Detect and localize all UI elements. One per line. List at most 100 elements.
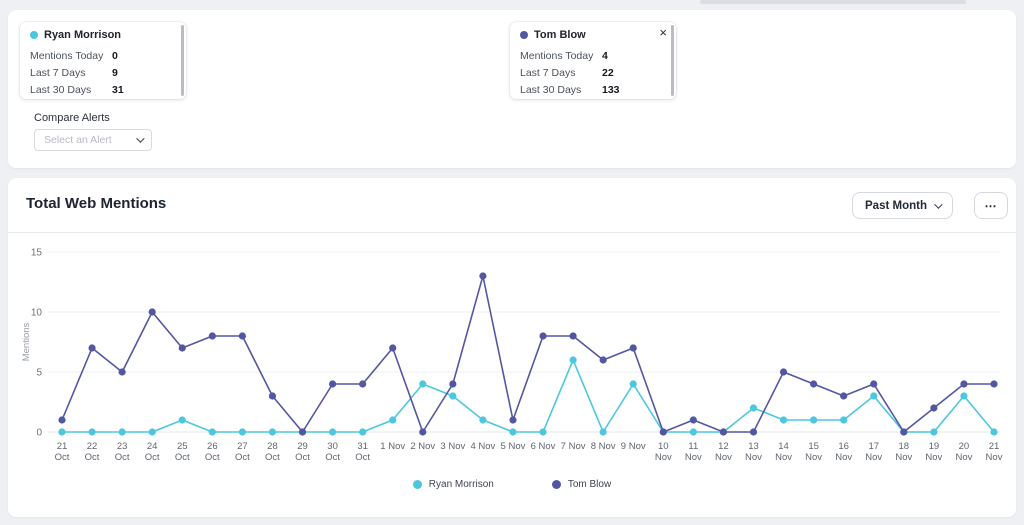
x-tick-label: 27Oct — [235, 441, 250, 463]
data-point[interactable] — [569, 356, 576, 363]
data-point[interactable] — [990, 380, 997, 387]
horizontal-scrollbar[interactable] — [700, 0, 966, 4]
data-point[interactable] — [58, 428, 65, 435]
line-chart-svg[interactable]: 051015Mentions21Oct22Oct23Oct24Oct25Oct2… — [20, 240, 1004, 472]
alert-stats: Mentions Today 0 Last 7 Days 9 Last 30 D… — [30, 50, 176, 96]
data-point[interactable] — [359, 380, 366, 387]
alert-card-header: Ryan Morrison — [30, 29, 176, 41]
data-point[interactable] — [690, 416, 697, 423]
legend-item[interactable]: Tom Blow — [552, 479, 611, 490]
data-point[interactable] — [449, 392, 456, 399]
data-point[interactable] — [870, 392, 877, 399]
data-point[interactable] — [780, 416, 787, 423]
data-point[interactable] — [870, 380, 877, 387]
data-point[interactable] — [119, 368, 126, 375]
compare-alerts-select[interactable]: Select an Alert — [34, 129, 152, 151]
more-options-button[interactable]: ⋯ — [974, 192, 1008, 219]
stat-row: Mentions Today 4 — [520, 50, 666, 62]
data-point[interactable] — [720, 428, 727, 435]
data-point[interactable] — [930, 404, 937, 411]
x-tick-label: 5 Nov — [501, 441, 526, 452]
data-point[interactable] — [239, 332, 246, 339]
data-point[interactable] — [269, 428, 276, 435]
data-point[interactable] — [419, 428, 426, 435]
data-point[interactable] — [329, 380, 336, 387]
alert-card-header: Tom Blow — [520, 29, 666, 41]
data-point[interactable] — [900, 428, 907, 435]
data-point[interactable] — [630, 380, 637, 387]
total-web-mentions-card: Total Web Mentions Past Month ⋯ 051015Me… — [8, 178, 1016, 517]
data-point[interactable] — [389, 416, 396, 423]
data-point[interactable] — [299, 428, 306, 435]
chevron-down-icon — [136, 134, 144, 142]
data-point[interactable] — [479, 272, 486, 279]
data-point[interactable] — [539, 428, 546, 435]
x-tick-label: 10Nov — [655, 441, 672, 463]
data-point[interactable] — [509, 416, 516, 423]
vertical-scrollbar[interactable] — [671, 25, 674, 96]
data-point[interactable] — [58, 416, 65, 423]
data-point[interactable] — [359, 428, 366, 435]
x-tick-label: 4 Nov — [470, 441, 495, 452]
x-tick-label: 26Oct — [205, 441, 220, 463]
x-tick-label: 29Oct — [295, 441, 310, 463]
series-color-dot — [520, 31, 528, 39]
x-tick-label: 31Oct — [355, 441, 370, 463]
data-point[interactable] — [600, 428, 607, 435]
data-point[interactable] — [539, 332, 546, 339]
legend-label: Ryan Morrison — [429, 479, 494, 490]
data-point[interactable] — [239, 428, 246, 435]
x-tick-label: 23Oct — [115, 441, 130, 463]
data-point[interactable] — [179, 344, 186, 351]
data-point[interactable] — [569, 332, 576, 339]
mentions-chart[interactable]: 051015Mentions21Oct22Oct23Oct24Oct25Oct2… — [20, 240, 1004, 472]
data-point[interactable] — [750, 404, 757, 411]
data-point[interactable] — [449, 380, 456, 387]
data-point[interactable] — [149, 428, 156, 435]
data-point[interactable] — [630, 344, 637, 351]
data-point[interactable] — [179, 416, 186, 423]
legend-item[interactable]: Ryan Morrison — [413, 479, 494, 490]
data-point[interactable] — [329, 428, 336, 435]
stat-value: 31 — [112, 84, 124, 96]
data-point[interactable] — [840, 392, 847, 399]
x-tick-label: 18Nov — [895, 441, 912, 463]
data-point[interactable] — [810, 380, 817, 387]
data-point[interactable] — [660, 428, 667, 435]
stat-label: Last 7 Days — [520, 67, 602, 79]
data-point[interactable] — [930, 428, 937, 435]
vertical-scrollbar[interactable] — [181, 25, 184, 96]
data-point[interactable] — [479, 416, 486, 423]
time-range-button[interactable]: Past Month — [852, 192, 953, 219]
legend-color-dot — [552, 480, 561, 489]
x-tick-label: 7 Nov — [561, 441, 586, 452]
data-point[interactable] — [88, 344, 95, 351]
data-point[interactable] — [209, 428, 216, 435]
stat-row: Last 7 Days 22 — [520, 67, 666, 79]
x-tick-label: 19Nov — [925, 441, 942, 463]
data-point[interactable] — [780, 368, 787, 375]
data-point[interactable] — [419, 380, 426, 387]
data-point[interactable] — [810, 416, 817, 423]
chevron-down-icon — [934, 200, 942, 208]
data-point[interactable] — [690, 428, 697, 435]
data-point[interactable] — [509, 428, 516, 435]
data-point[interactable] — [840, 416, 847, 423]
close-alert-button[interactable]: × — [659, 26, 667, 39]
data-point[interactable] — [960, 392, 967, 399]
x-tick-label: 20Nov — [955, 441, 972, 463]
stat-value: 0 — [112, 50, 118, 62]
stat-label: Mentions Today — [520, 50, 602, 62]
data-point[interactable] — [750, 428, 757, 435]
data-point[interactable] — [88, 428, 95, 435]
y-tick-label: 10 — [31, 308, 43, 319]
data-point[interactable] — [990, 428, 997, 435]
data-point[interactable] — [209, 332, 216, 339]
data-point[interactable] — [149, 308, 156, 315]
data-point[interactable] — [119, 428, 126, 435]
data-point[interactable] — [960, 380, 967, 387]
data-point[interactable] — [600, 356, 607, 363]
data-point[interactable] — [389, 344, 396, 351]
series-line — [62, 360, 994, 432]
data-point[interactable] — [269, 392, 276, 399]
